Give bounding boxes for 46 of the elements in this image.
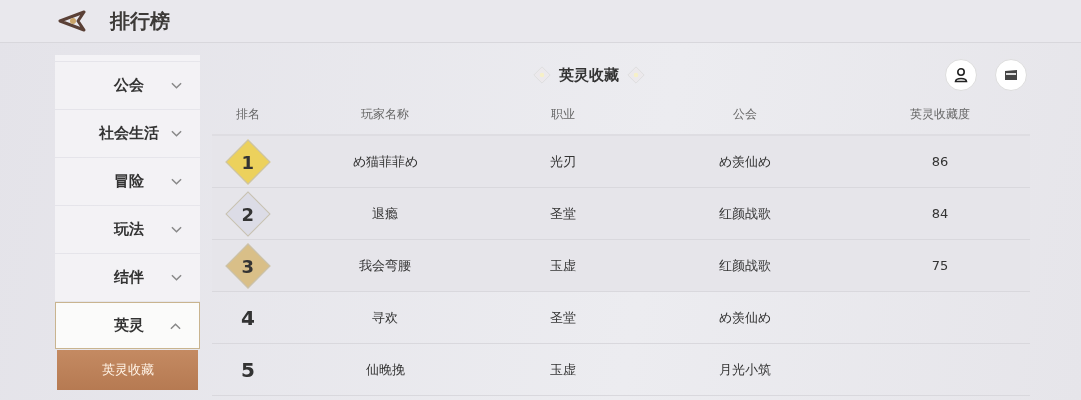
column-header: 公会 (733, 106, 757, 123)
chevron-icon (170, 321, 181, 330)
table-cell: 退瘾 (372, 204, 398, 223)
sidebar-item[interactable]: 社会生活 (55, 110, 200, 157)
chest-button[interactable] (995, 59, 1027, 91)
table-cell: 红颜战歌 (719, 204, 771, 223)
table-cell: 月光小筑 (719, 360, 771, 379)
column-header: 玩家名称 (361, 106, 409, 123)
table-cell: 86 (931, 154, 949, 169)
column-header: 职业 (551, 106, 575, 123)
table-cell: め猫菲菲め (352, 152, 418, 171)
column-header: 英灵收藏度 (910, 106, 970, 123)
table-cell: 光刃 (550, 152, 576, 171)
sidebar-item[interactable]: 结伴 (55, 254, 200, 301)
chevron-icon (171, 81, 182, 90)
sidebar-item[interactable]: 英灵 (55, 302, 200, 349)
table-cell: 我会弯腰 (359, 256, 411, 275)
chevron-icon (171, 225, 182, 234)
rank-number: 4 (241, 305, 255, 330)
chest-icon (1003, 67, 1019, 83)
table-cell: 红颜战歌 (719, 256, 771, 275)
back-icon[interactable] (56, 10, 86, 32)
sidebar-item[interactable]: 公会 (55, 62, 200, 109)
chevron-icon (171, 273, 182, 282)
table-cell: め羡仙め (719, 308, 771, 327)
table-cell: 84 (931, 206, 949, 221)
table-cell: 圣堂 (550, 308, 576, 327)
rank-number: 5 (241, 357, 255, 382)
chevron-icon (171, 129, 182, 138)
diamond-ornament-icon (626, 66, 645, 84)
table-cell: 圣堂 (550, 204, 576, 223)
section-title: 英灵收藏 (558, 65, 619, 85)
diamond-ornament-icon (532, 66, 551, 84)
table-cell: 仙晚挽 (365, 360, 405, 379)
sidebar-item[interactable]: 玩法 (55, 206, 200, 253)
sidebar-item[interactable]: 冒险 (55, 158, 200, 205)
table-cell: 75 (931, 258, 949, 273)
table-cell: 寻欢 (372, 308, 398, 327)
table-cell: 玉虚 (550, 360, 576, 379)
profile-button[interactable] (945, 59, 977, 91)
chevron-icon (171, 177, 182, 186)
column-header: 排名 (236, 106, 260, 123)
page-title: 排行榜 (110, 7, 170, 35)
table-cell: 玉虚 (550, 256, 576, 275)
person-icon (953, 67, 969, 83)
table-cell: め羡仙め (719, 152, 771, 171)
